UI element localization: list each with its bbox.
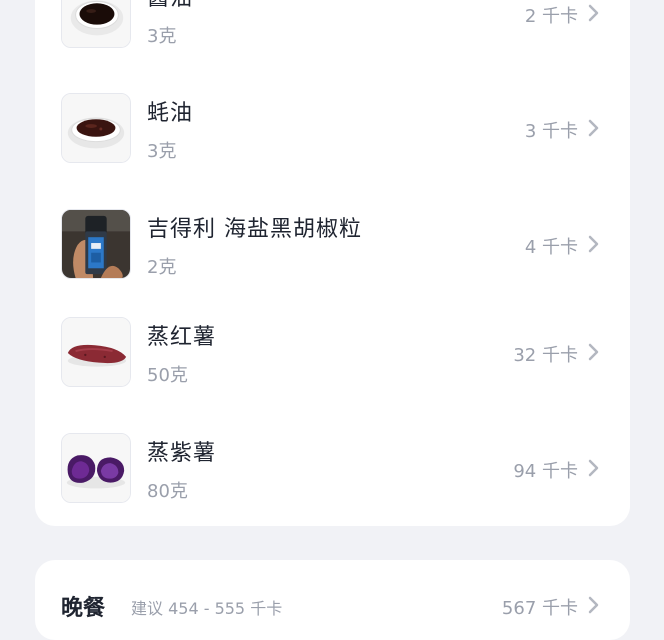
food-calories: 94 千卡 — [513, 461, 578, 482]
food-name: 蚝油 — [147, 101, 194, 126]
meal-card: 酱油 3克 2 千卡 蚝油 3克 3 千卡 — [35, 0, 630, 526]
food-amount: 3克 — [147, 26, 177, 47]
meal-total-calories: 567 千卡 — [501, 598, 578, 619]
food-name: 酱油 — [147, 0, 193, 12]
food-calories: 2 千卡 — [524, 6, 578, 27]
pepper-grinder-icon — [61, 209, 131, 279]
food-calories: 4 千卡 — [524, 237, 578, 258]
food-calories: 3 千卡 — [524, 121, 578, 142]
meal-calorie-hint: 建议 454 - 555 千卡 — [131, 599, 283, 618]
food-name: 蒸红薯 — [147, 325, 217, 350]
food-calories: 32 千卡 — [513, 345, 578, 366]
chevron-right-icon — [586, 341, 602, 363]
chevron-right-icon — [586, 2, 602, 24]
food-name: 吉得利 海盐黑胡椒粒 — [147, 217, 362, 242]
food-amount: 50克 — [147, 365, 188, 386]
soy-sauce-dish-icon — [61, 0, 131, 48]
food-amount: 3克 — [147, 141, 177, 162]
food-item-oyster-sauce[interactable]: 蚝油 3克 3 千卡 — [35, 93, 630, 193]
dinner-card[interactable]: 晚餐 建议 454 - 555 千卡 567 千卡 — [35, 560, 630, 640]
sweet-potato-icon — [61, 317, 131, 387]
food-item-soy-sauce[interactable]: 酱油 3克 2 千卡 — [35, 0, 630, 78]
food-name: 蒸紫薯 — [147, 441, 217, 466]
meal-title: 晚餐 — [61, 596, 106, 621]
food-item-sweet-potato[interactable]: 蒸红薯 50克 32 千卡 — [35, 317, 630, 417]
food-item-black-pepper[interactable]: 吉得利 海盐黑胡椒粒 2克 4 千卡 — [35, 209, 630, 309]
chevron-right-icon — [586, 117, 602, 139]
oyster-sauce-dish-icon — [61, 93, 131, 163]
food-amount: 2克 — [147, 257, 177, 278]
chevron-right-icon — [586, 594, 602, 616]
chevron-right-icon — [586, 457, 602, 479]
purple-potato-icon — [61, 433, 131, 503]
food-amount: 80克 — [147, 481, 188, 502]
food-item-purple-potato[interactable]: 蒸紫薯 80克 94 千卡 — [35, 433, 630, 533]
chevron-right-icon — [586, 233, 602, 255]
